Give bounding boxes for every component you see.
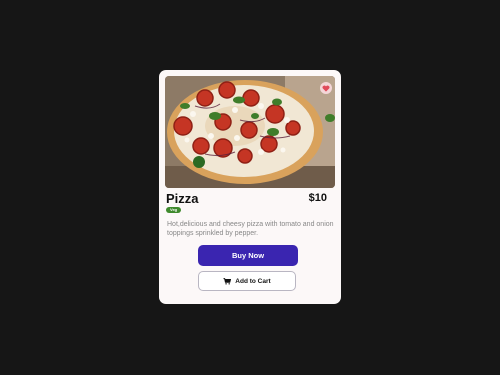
cart-icon <box>223 277 232 285</box>
veg-badge: Veg <box>166 207 182 213</box>
add-to-cart-label: Add to Cart <box>235 277 271 285</box>
heart-icon <box>322 85 330 92</box>
add-to-cart-button[interactable]: Add to Cart <box>198 271 296 291</box>
favorite-button[interactable] <box>320 82 332 94</box>
product-title: Pizza <box>166 191 199 206</box>
product-price: $10 <box>308 192 327 204</box>
buy-now-label: Buy Now <box>231 251 265 260</box>
buy-now-button[interactable]: Buy Now <box>198 245 298 266</box>
product-card: Pizza $10 Veg Hot,delicious and cheesy p… <box>159 70 341 304</box>
product-description: Hot,delicious and cheesy pizza with toma… <box>167 221 334 237</box>
product-image <box>165 76 335 188</box>
